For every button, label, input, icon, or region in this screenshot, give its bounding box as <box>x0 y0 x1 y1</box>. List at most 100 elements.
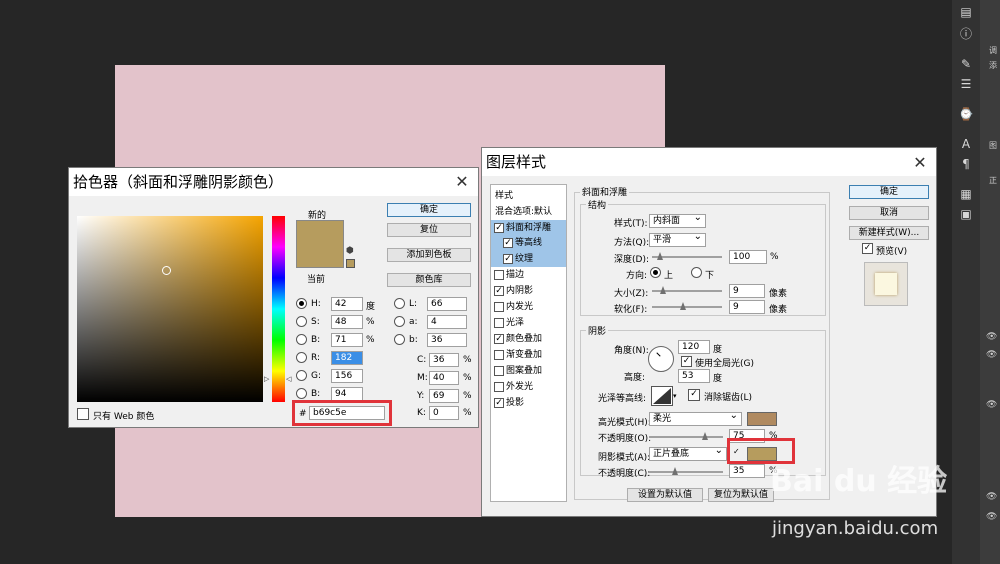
blue-input[interactable]: 94 <box>331 387 363 401</box>
web-only-checkbox[interactable] <box>77 408 89 420</box>
eye-icon[interactable]: 👁 <box>986 332 998 342</box>
hue-arrow-right-icon[interactable]: ◁ <box>286 375 291 383</box>
direction-down-radio[interactable] <box>691 267 702 278</box>
style-item[interactable]: 外发光 <box>491 379 566 395</box>
l-radio[interactable] <box>394 298 405 309</box>
altitude-input[interactable]: 53 <box>678 369 710 383</box>
highlight-mode-select[interactable]: 柔光 <box>649 410 742 426</box>
gloss-contour-swatch[interactable] <box>651 386 673 406</box>
style-item[interactable]: ✓ 斜面和浮雕 <box>491 220 566 236</box>
style-item-checkbox[interactable]: ✓ <box>494 334 504 344</box>
style-item[interactable]: ✓ 内阴影 <box>491 283 566 299</box>
color-field-marker[interactable] <box>162 266 171 275</box>
soften-slider[interactable] <box>652 306 722 308</box>
reset-default-button[interactable]: 复位为默认值 <box>708 488 774 502</box>
style-select[interactable]: 内斜面 <box>649 212 706 228</box>
cube-icon[interactable]: ⬢ <box>346 246 354 256</box>
depth-slider[interactable] <box>652 256 722 258</box>
y-input[interactable]: 69 <box>429 389 459 403</box>
style-item-checkbox[interactable] <box>494 350 504 360</box>
r-input[interactable]: 182 <box>331 351 363 365</box>
a-input[interactable]: 4 <box>427 315 467 329</box>
layers-panel-icon[interactable]: ▤ <box>956 4 976 20</box>
web-swatch-icon[interactable] <box>346 259 355 268</box>
blend-options-item[interactable]: 混合选项:默认 <box>495 204 552 217</box>
opacity1-slider[interactable] <box>649 436 723 438</box>
ok-button[interactable]: 确定 <box>849 185 929 199</box>
style-item-checkbox[interactable]: ✓ <box>503 238 513 248</box>
style-item[interactable]: 内发光 <box>491 299 566 315</box>
new-style-button[interactable]: 新建样式(W)... <box>849 226 929 240</box>
c-input[interactable]: 36 <box>429 353 459 367</box>
depth-input[interactable]: 100 <box>729 250 767 264</box>
s-radio[interactable] <box>296 316 307 327</box>
style-item[interactable]: ✓ 投影 <box>491 395 566 411</box>
r-radio[interactable] <box>296 352 307 363</box>
cancel-button[interactable]: 取消 <box>849 206 929 220</box>
style-item[interactable]: 图案叠加 <box>491 363 566 379</box>
highlight-color-swatch[interactable] <box>747 412 777 426</box>
styles-icon[interactable]: ▦ <box>956 186 976 202</box>
lab-b-input[interactable]: 36 <box>427 333 467 347</box>
antialias-checkbox[interactable]: ✓ <box>688 389 700 401</box>
close-icon[interactable]: ✕ <box>452 172 472 191</box>
style-item-checkbox[interactable] <box>494 318 504 328</box>
soften-input[interactable]: 9 <box>729 300 765 314</box>
ok-button[interactable]: 确定 <box>387 203 471 217</box>
angle-input[interactable]: 120 <box>678 340 710 354</box>
g-radio[interactable] <box>296 370 307 381</box>
l-input[interactable]: 66 <box>427 297 467 311</box>
style-item-checkbox[interactable] <box>494 302 504 312</box>
sliders-icon[interactable]: ☰ <box>956 76 976 92</box>
style-item-checkbox[interactable]: ✓ <box>494 223 504 233</box>
blue-radio[interactable] <box>296 388 307 399</box>
style-item-checkbox[interactable] <box>494 382 504 392</box>
k-input[interactable]: 0 <box>429 406 459 420</box>
history-icon[interactable]: ⌚ <box>956 106 976 122</box>
eye-icon[interactable]: 👁 <box>986 512 998 522</box>
add-to-swatches-button[interactable]: 添加到色板 <box>387 248 471 262</box>
style-item[interactable]: ✓ 纹理 <box>491 251 566 267</box>
style-item-checkbox[interactable] <box>494 270 504 280</box>
make-default-button[interactable]: 设置为默认值 <box>627 488 703 502</box>
style-item[interactable]: 渐变叠加 <box>491 347 566 363</box>
close-icon[interactable]: ✕ <box>910 153 930 172</box>
direction-up-radio[interactable] <box>650 267 661 278</box>
g-input[interactable]: 156 <box>331 369 363 383</box>
opacity2-input[interactable]: 35 <box>729 464 765 478</box>
h-input[interactable]: 42 <box>331 297 363 311</box>
h-radio[interactable] <box>296 298 307 309</box>
character-icon[interactable]: A <box>956 136 976 152</box>
shadow-mode-select[interactable]: 正片叠底 <box>649 445 727 461</box>
brush-icon[interactable]: ✎ <box>956 56 976 72</box>
b-input[interactable]: 71 <box>331 333 363 347</box>
m-input[interactable]: 40 <box>429 371 459 385</box>
size-input[interactable]: 9 <box>729 284 765 298</box>
eye-icon[interactable]: 👁 <box>986 400 998 410</box>
preview-checkbox[interactable]: ✓ <box>862 243 873 254</box>
hue-slider[interactable] <box>272 216 285 402</box>
b-radio[interactable] <box>296 334 307 345</box>
color-libraries-button[interactable]: 颜色库 <box>387 273 471 287</box>
lab-b-radio[interactable] <box>394 334 405 345</box>
adjust-icon[interactable]: ▣ <box>956 206 976 222</box>
style-item[interactable]: 光泽 <box>491 315 566 331</box>
opacity2-slider[interactable] <box>649 471 723 473</box>
style-item-checkbox[interactable]: ✓ <box>503 254 513 264</box>
style-item-checkbox[interactable]: ✓ <box>494 286 504 296</box>
s-input[interactable]: 48 <box>331 315 363 329</box>
contour-dropdown-icon[interactable]: ▾ <box>673 392 677 400</box>
color-field[interactable] <box>77 216 263 402</box>
style-item[interactable]: ✓ 等高线 <box>491 235 566 251</box>
style-item-checkbox[interactable]: ✓ <box>494 398 504 408</box>
eye-icon[interactable]: 👁 <box>986 350 998 360</box>
eye-icon[interactable]: 👁 <box>986 492 998 502</box>
style-item[interactable]: ✓ 颜色叠加 <box>491 331 566 347</box>
method-select[interactable]: 平滑 <box>649 231 706 247</box>
style-item[interactable]: 描边 <box>491 267 566 283</box>
reset-button[interactable]: 复位 <box>387 223 471 237</box>
a-radio[interactable] <box>394 316 405 327</box>
global-light-checkbox[interactable]: ✓ <box>681 356 692 367</box>
style-item-checkbox[interactable] <box>494 366 504 376</box>
hue-arrow-left-icon[interactable]: ▷ <box>264 375 269 383</box>
